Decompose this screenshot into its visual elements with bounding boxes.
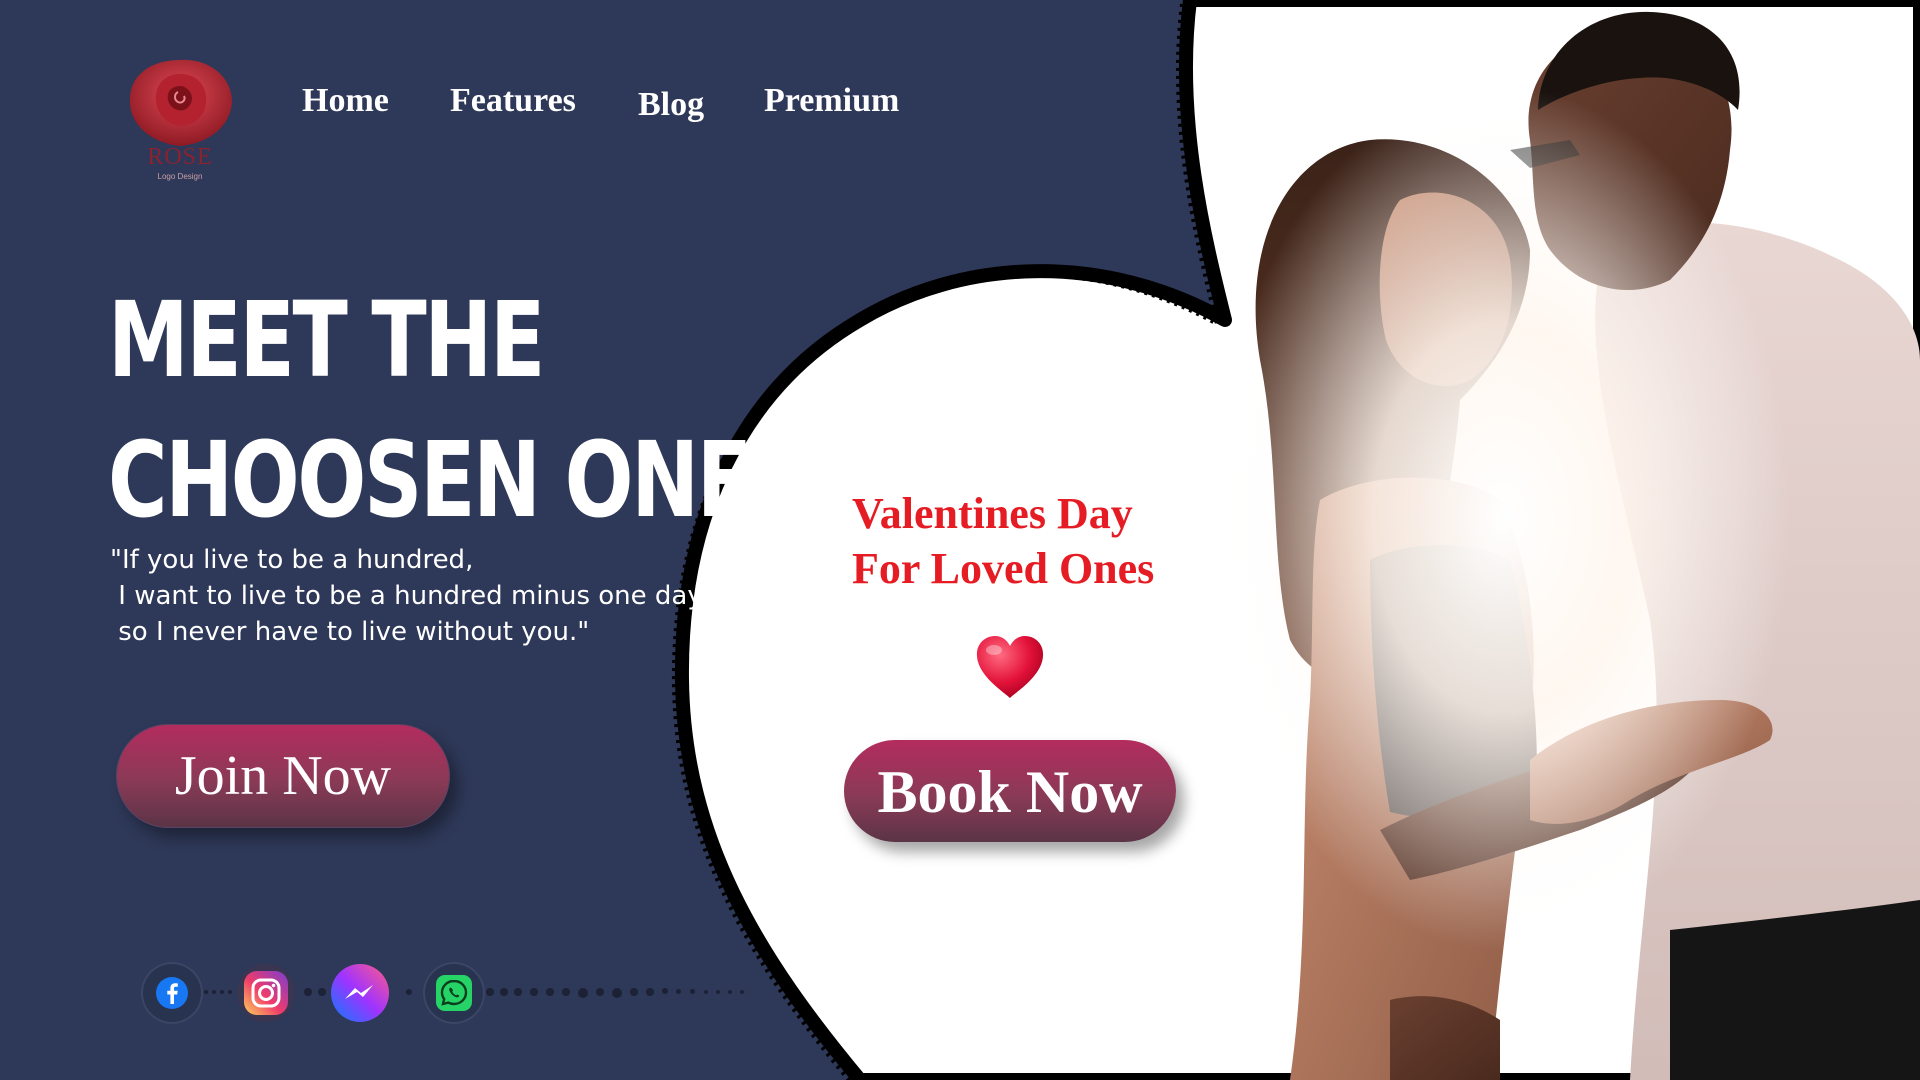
divider-dot xyxy=(690,989,695,994)
divider-dot xyxy=(228,990,232,994)
divider-dot xyxy=(662,988,668,994)
divider-dot xyxy=(204,990,208,994)
logo-text: ROSE xyxy=(147,144,213,170)
heart-icon xyxy=(976,636,1044,698)
whatsapp-icon[interactable] xyxy=(425,964,483,1022)
nav-features[interactable]: Features xyxy=(450,82,576,120)
hero-title: MEET THE CHOOSEN ONE xyxy=(108,270,752,550)
hero-title-line2: CHOOSEN ONE xyxy=(108,419,752,541)
divider-dot xyxy=(530,988,538,996)
valentines-heading: Valentines Day For Loved Ones xyxy=(852,489,1155,593)
divider-dot xyxy=(578,988,588,998)
join-now-button[interactable]: Join Now xyxy=(116,724,450,828)
nav-premium[interactable]: Premium xyxy=(764,82,899,120)
divider-dot xyxy=(612,988,622,998)
divider-dot xyxy=(646,988,654,996)
divider-dot xyxy=(318,988,326,996)
rose-icon xyxy=(129,59,232,146)
divider-dot xyxy=(716,990,720,994)
book-now-button[interactable]: Book Now xyxy=(844,740,1176,842)
divider-dot xyxy=(704,990,708,994)
divider-dot xyxy=(304,988,312,996)
divider-dot xyxy=(220,990,224,994)
divider-dot xyxy=(676,989,681,994)
rose-logo[interactable]: ROSE Logo Design xyxy=(120,52,240,192)
divider-dot xyxy=(728,990,732,994)
divider-dot xyxy=(630,988,638,996)
divider-dot xyxy=(486,988,494,996)
messenger-icon[interactable] xyxy=(331,964,389,1022)
divider-dot xyxy=(596,988,604,996)
divider-dot xyxy=(406,989,412,995)
logo-subtext: Logo Design xyxy=(157,172,203,181)
instagram-icon[interactable] xyxy=(237,964,295,1022)
divider-dot xyxy=(740,990,744,994)
couple-photo xyxy=(1200,0,1920,1080)
divider-dot xyxy=(212,990,216,994)
nav-blog[interactable]: Blog xyxy=(638,86,704,124)
divider-dot xyxy=(514,988,522,996)
divider-dot xyxy=(562,988,570,996)
divider-dot xyxy=(500,988,508,996)
facebook-icon[interactable] xyxy=(143,964,201,1022)
hero-quote: "If you live to be a hundred, I want to … xyxy=(110,545,711,647)
divider-dot xyxy=(546,988,554,996)
hero-title-line1: MEET THE xyxy=(108,279,545,401)
nav-home[interactable]: Home xyxy=(302,82,389,120)
